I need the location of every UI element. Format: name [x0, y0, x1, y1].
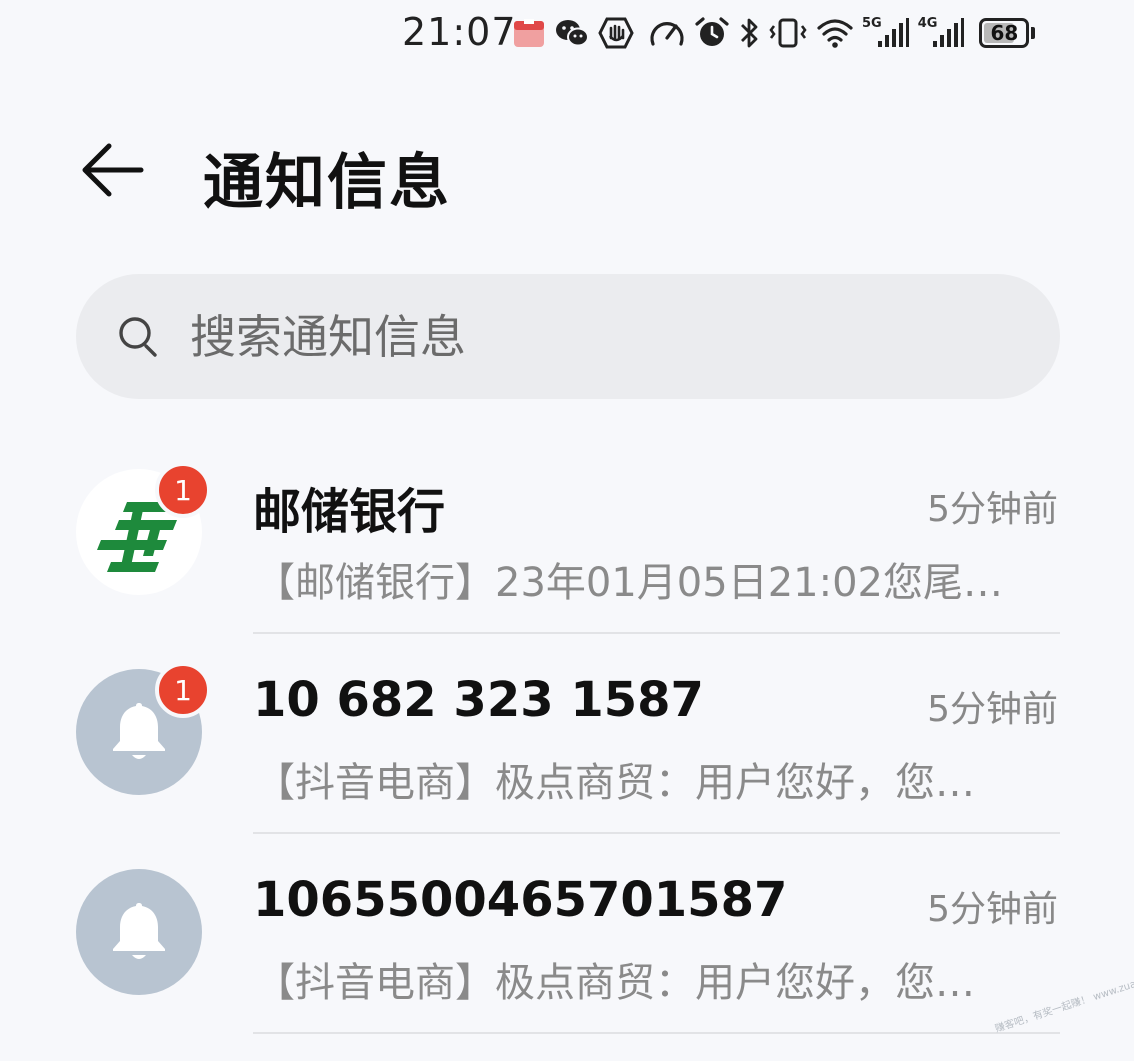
message-preview: 【抖音电商】极点商贸：用户您好，您… — [255, 760, 975, 806]
list-item[interactable]: 1 邮储银行 5分钟前 【邮储银行】23年01月05日21:02您尾… — [0, 434, 1134, 634]
unread-badge: 1 — [155, 662, 211, 718]
wechat-icon — [554, 12, 590, 54]
notification-list: 1 邮储银行 5分钟前 【邮储银行】23年01月05日21:02您尾… 1 10… — [0, 434, 1134, 1034]
status-time: 21:07 — [402, 10, 517, 54]
status-icons: 5G 4G 68 — [512, 12, 1036, 54]
arrow-left-icon — [82, 143, 144, 197]
search-bar[interactable] — [76, 274, 1060, 399]
bell-icon — [76, 869, 202, 995]
search-icon — [116, 314, 162, 360]
list-item[interactable]: 1 10 682 323 1587 5分钟前 【抖音电商】极点商贸：用户您好，您… — [0, 634, 1134, 834]
message-preview: 【邮储银行】23年01月05日21:02您尾… — [255, 560, 1003, 606]
vibrate-icon — [768, 12, 808, 54]
signal-4g-icon: 4G — [918, 12, 966, 54]
search-input[interactable] — [190, 309, 970, 364]
message-preview: 【抖音电商】极点商贸：用户您好，您… — [255, 960, 975, 1006]
sender-name: 1065500465701587 — [253, 872, 788, 928]
hand-shield-icon — [598, 12, 634, 54]
page-title: 通知信息 — [203, 148, 451, 218]
message-time: 5分钟前 — [927, 689, 1058, 730]
app-notification-icon — [512, 12, 546, 54]
sender-name: 10 682 323 1587 — [253, 672, 704, 728]
bluetooth-icon — [738, 12, 760, 54]
message-time: 5分钟前 — [927, 889, 1058, 930]
unread-badge: 1 — [155, 462, 211, 518]
alarm-icon — [694, 12, 730, 54]
speedometer-icon — [648, 12, 686, 54]
sender-name: 邮储银行 — [253, 484, 446, 540]
battery-level: 68 — [990, 21, 1019, 45]
status-bar: 21:07 5G 4G 68 — [0, 0, 1134, 70]
wifi-icon — [816, 12, 854, 54]
signal-5g-icon: 5G — [862, 12, 910, 54]
back-button[interactable] — [76, 136, 148, 204]
message-time: 5分钟前 — [927, 489, 1058, 530]
list-item[interactable]: 1065500465701587 5分钟前 【抖音电商】极点商贸：用户您好，您… — [0, 834, 1134, 1034]
divider — [253, 1032, 1060, 1034]
battery-icon: 68 — [979, 18, 1036, 48]
